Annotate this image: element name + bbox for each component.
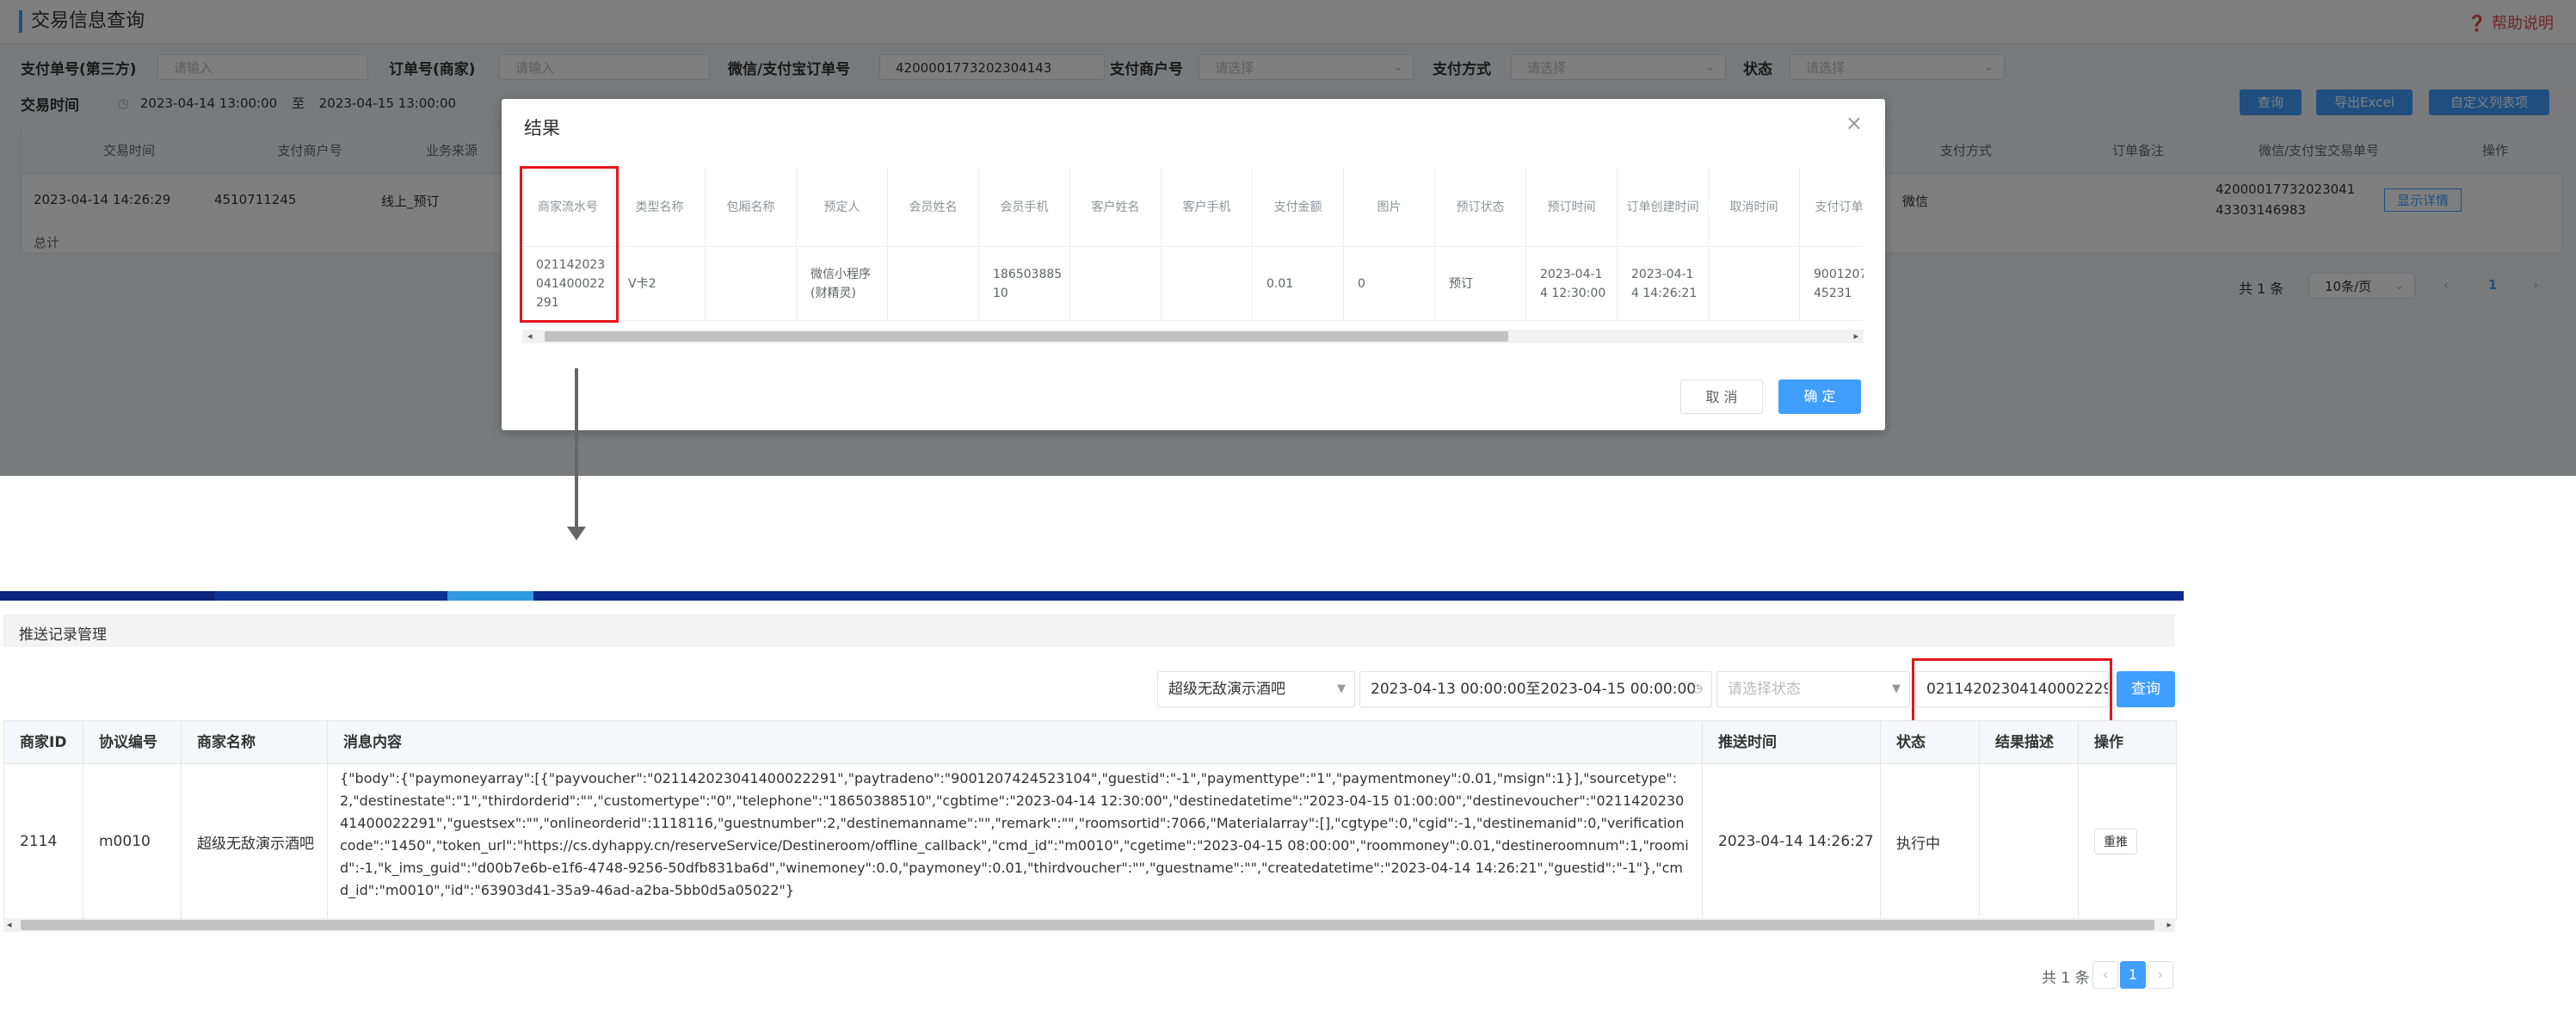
result-cell: 2023-04-14 12:30:00 — [1526, 247, 1618, 321]
merchant-name-cell: 超级无敌演示酒吧 — [182, 764, 328, 919]
scrollbar-thumb[interactable] — [545, 331, 1508, 342]
close-icon[interactable]: × — [1846, 111, 1863, 135]
action-cell: 重推 — [2079, 764, 2176, 919]
push-table-scrollbar[interactable]: ◂ ▸ — [3, 918, 2175, 932]
clock-icon: ◷ — [1692, 682, 1703, 695]
prev-page-button[interactable]: ‹ — [2092, 961, 2118, 989]
repush-button[interactable]: 重推 — [2094, 829, 2137, 854]
scroll-left-icon[interactable]: ◂ — [527, 330, 533, 343]
result-cell: 90012074245231 — [1800, 247, 1864, 321]
result-desc-cell — [1980, 764, 2079, 919]
search-button[interactable]: 查询 — [2117, 671, 2175, 707]
result-header: 会员手机 — [979, 168, 1070, 247]
push-record-table: 商家ID 协议编号 商家名称 消息内容 推送时间 状态 结果描述 操作 2114… — [3, 720, 2177, 920]
result-header: 支付金额 — [1253, 168, 1344, 247]
highlight-box-voucher — [520, 166, 619, 323]
result-header: 图片 — [1344, 168, 1435, 247]
result-cell — [706, 247, 797, 321]
page-1-button[interactable]: 1 — [2120, 961, 2146, 989]
cancel-button[interactable]: 取 消 — [1680, 379, 1763, 414]
arrow-down-icon — [567, 368, 586, 540]
result-header: 订单创建时间 — [1618, 168, 1709, 247]
push-header: 商家名称 — [182, 721, 328, 764]
result-cell — [1070, 247, 1162, 321]
push-time-cell: 2023-04-14 14:26:27 — [1703, 764, 1881, 919]
caret-down-icon: ▼ — [1892, 682, 1901, 695]
pager-total: 共 1 条 — [2042, 970, 2090, 987]
status-cell: 执行中 — [1881, 764, 1980, 919]
scroll-right-icon[interactable]: ▸ — [2166, 918, 2172, 932]
result-cell: 微信小程序(财精灵) — [797, 247, 888, 321]
next-page-button[interactable]: › — [2148, 961, 2173, 989]
date-range-picker[interactable]: 2023-04-13 00:00:00至2023-04-15 00:00:00 … — [1359, 671, 1712, 707]
push-header: 推送时间 — [1703, 721, 1881, 764]
result-cell: V卡2 — [614, 247, 706, 321]
result-table-scrollbar[interactable]: ◂ ▸ — [522, 330, 1864, 343]
result-cell — [1162, 247, 1253, 321]
merchant-id-cell: 2114 — [4, 764, 83, 919]
status-select-placeholder: 请选择状态 — [1728, 681, 1801, 698]
result-modal: 结果 × 商家流水号 类型名称 包厢名称 预定人 会员姓名 会员手机 客户姓名 … — [502, 99, 1885, 430]
confirm-button[interactable]: 确 定 — [1778, 379, 1861, 414]
result-header: 预订状态 — [1435, 168, 1526, 247]
push-header: 消息内容 — [328, 721, 1703, 764]
protocol-cell: m0010 — [83, 764, 182, 919]
result-cell — [888, 247, 979, 321]
merchant-select-value: 超级无敌演示酒吧 — [1168, 681, 1285, 698]
result-header: 包厢名称 — [706, 168, 797, 247]
result-header: 预订时间 — [1526, 168, 1618, 247]
decorative-stripe — [0, 591, 2184, 601]
caret-down-icon: ▼ — [1337, 682, 1346, 695]
highlight-box-keyword — [1912, 658, 2112, 725]
push-header: 状态 — [1881, 721, 1980, 764]
result-header: 预定人 — [797, 168, 888, 247]
result-header: 会员姓名 — [888, 168, 979, 247]
modal-title: 结果 — [524, 118, 560, 139]
push-header: 商家ID — [4, 721, 83, 764]
result-cell: 2023-04-14 14:26:21 — [1618, 247, 1709, 321]
result-cell: 预订 — [1435, 247, 1526, 321]
date-range-value: 2023-04-13 00:00:00至2023-04-15 00:00:00 — [1371, 681, 1697, 698]
scroll-right-icon[interactable]: ▸ — [1853, 330, 1858, 343]
result-header: 客户手机 — [1162, 168, 1253, 247]
result-header: 客户姓名 — [1070, 168, 1162, 247]
result-cell: 0.01 — [1253, 247, 1344, 321]
push-header: 结果描述 — [1980, 721, 2079, 764]
push-header: 协议编号 — [83, 721, 182, 764]
result-cell: 0 — [1344, 247, 1435, 321]
merchant-select[interactable]: 超级无敌演示酒吧 ▼ — [1157, 671, 1355, 707]
scroll-left-icon[interactable]: ◂ — [7, 918, 12, 932]
result-header: 类型名称 — [614, 168, 706, 247]
result-cell: 18650388510 — [979, 247, 1070, 321]
scrollbar-thumb[interactable] — [21, 920, 2154, 930]
push-header: 操作 — [2079, 721, 2176, 764]
push-record-header: 推送记录管理 — [3, 614, 2175, 647]
result-table: 商家流水号 类型名称 包厢名称 预定人 会员姓名 会员手机 客户姓名 客户手机 … — [522, 168, 1864, 321]
push-record-title: 推送记录管理 — [19, 626, 107, 644]
result-cell — [1709, 247, 1800, 321]
message-content-cell: {"body":{"paymoneyarray":[{"payvoucher":… — [328, 764, 1703, 919]
result-header: 支付订单号 — [1800, 168, 1864, 247]
status-select[interactable]: 请选择状态 ▼ — [1716, 671, 1910, 707]
result-header: 取消时间 — [1709, 168, 1800, 247]
